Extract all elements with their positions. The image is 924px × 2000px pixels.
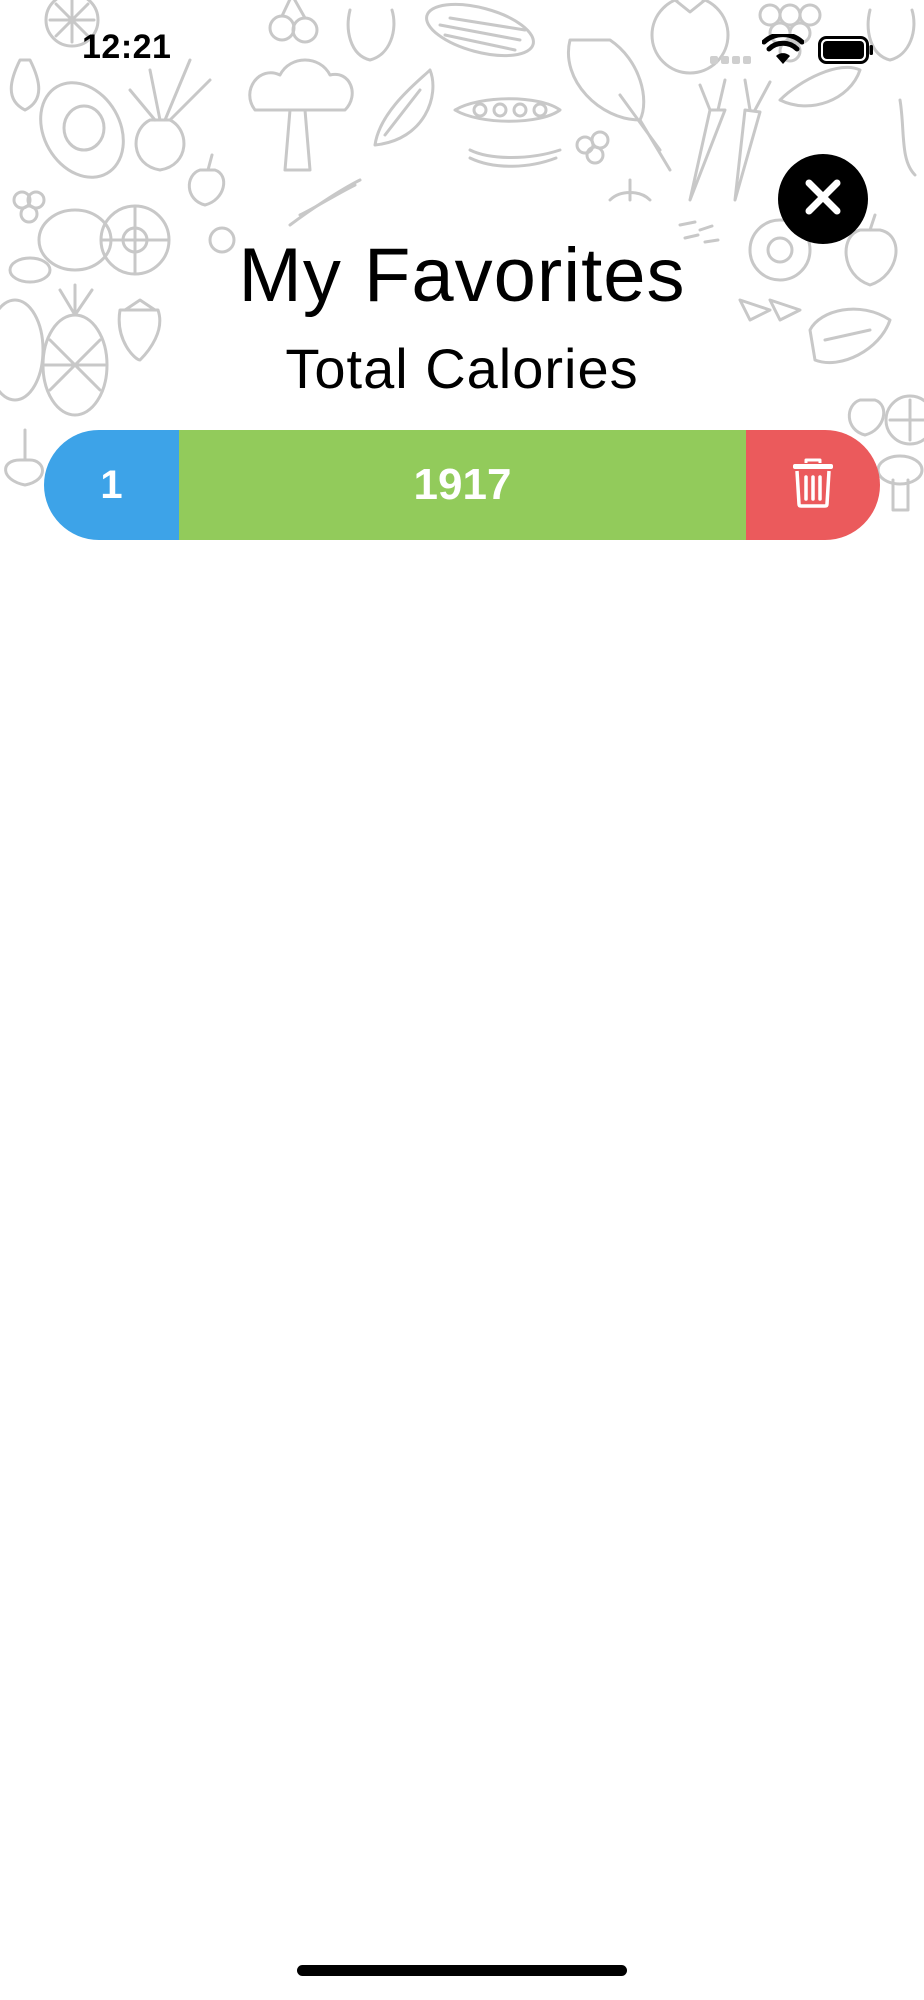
close-icon <box>803 177 843 222</box>
status-time: 12:21 <box>82 28 172 66</box>
status-bar: 12:21 <box>0 0 924 100</box>
cellular-signal-icon <box>710 53 754 71</box>
delete-button[interactable] <box>746 430 880 540</box>
trash-icon <box>791 458 835 513</box>
home-indicator[interactable] <box>297 1965 627 1976</box>
page-subtitle: Total Calories <box>285 337 639 400</box>
favorite-count: 1 <box>44 430 179 540</box>
battery-icon <box>818 36 874 69</box>
close-button[interactable] <box>778 154 868 244</box>
page-title: My Favorites <box>238 233 686 318</box>
favorite-row[interactable]: 1 1917 <box>44 430 880 540</box>
wifi-icon <box>761 32 805 71</box>
favorite-calories[interactable]: 1917 <box>179 430 746 540</box>
